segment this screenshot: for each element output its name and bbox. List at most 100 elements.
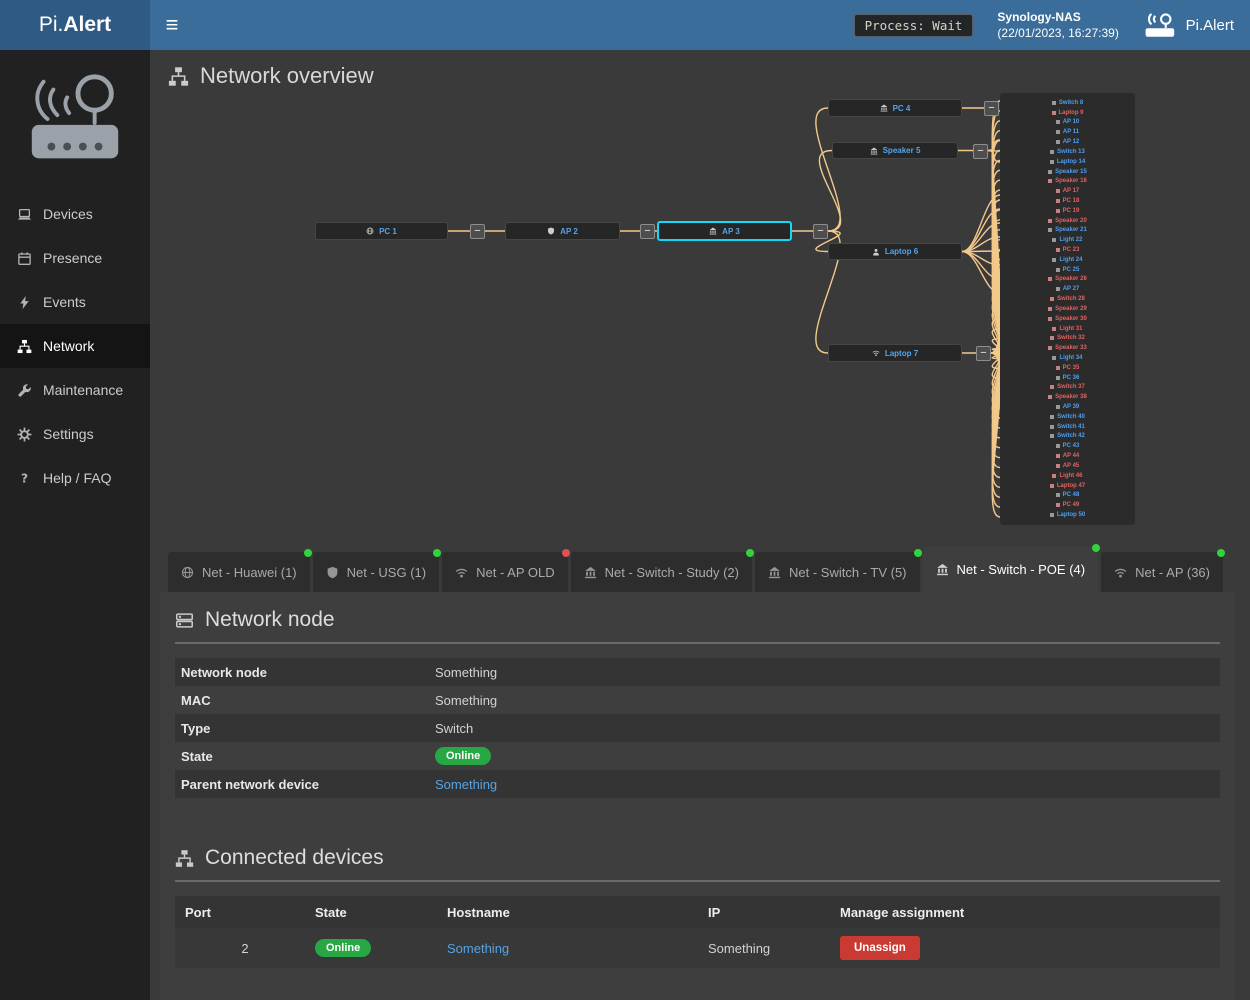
cluster-device[interactable]: Light 34 — [1002, 355, 1133, 361]
cluster-device[interactable]: Speaker 15 — [1002, 169, 1133, 175]
cluster-device[interactable]: Speaker 33 — [1002, 345, 1133, 351]
cluster-device[interactable]: AP 44 — [1002, 453, 1133, 459]
device-icon — [1056, 464, 1060, 468]
cluster-device[interactable]: PC 19 — [1002, 208, 1133, 214]
tab-net-switch-poe-4[interactable]: Net - Switch - POE (4) — [923, 547, 1099, 592]
cluster-device[interactable]: Speaker 38 — [1002, 394, 1133, 400]
connected-devices-title-label: Connected devices — [205, 846, 384, 870]
cluster-device[interactable]: Speaker 21 — [1002, 227, 1133, 233]
cluster-device[interactable]: Laptop 14 — [1002, 159, 1133, 165]
collapse-button[interactable]: − — [813, 224, 828, 239]
cluster-device[interactable]: Laptop 47 — [1002, 483, 1133, 489]
cluster-device[interactable]: PC 18 — [1002, 198, 1133, 204]
cluster-device[interactable]: AP 10 — [1002, 119, 1133, 125]
cluster-device-label: PC 19 — [1063, 208, 1080, 214]
diagram-node-laptop-6[interactable]: Laptop 6 — [828, 243, 962, 260]
sidebar-item-presence[interactable]: Presence — [0, 236, 150, 280]
sidebar-item-help-faq[interactable]: ?Help / FAQ — [0, 456, 150, 500]
tab-net-switch-tv-5[interactable]: Net - Switch - TV (5) — [755, 552, 920, 592]
wifi-icon — [1114, 566, 1127, 579]
sidebar-item-maintenance[interactable]: Maintenance — [0, 368, 150, 412]
cluster-device[interactable]: Switch 37 — [1002, 384, 1133, 390]
tab-panel: Network node Network nodeSomethingMACSom… — [160, 592, 1235, 1000]
diagram-node-speaker-5[interactable]: Speaker 5 — [832, 142, 958, 159]
status-dot-green — [1092, 544, 1100, 552]
diagram-node-ap-3[interactable]: AP 3 — [657, 221, 792, 241]
cluster-device[interactable]: Switch 13 — [1002, 149, 1133, 155]
sidebar-item-network[interactable]: Network — [0, 324, 150, 368]
cluster-device[interactable]: Switch 41 — [1002, 424, 1133, 430]
parent-device-link[interactable]: Something — [435, 777, 497, 792]
cluster-device-label: Switch 32 — [1057, 335, 1085, 341]
cluster-device[interactable]: PC 36 — [1002, 375, 1133, 381]
diagram-node-pc-1[interactable]: PC 1 — [315, 222, 448, 240]
info-label: State — [175, 749, 435, 764]
device-icon — [1052, 101, 1056, 105]
cluster-device[interactable]: Laptop 50 — [1002, 512, 1133, 518]
status-dot-green — [1217, 549, 1225, 557]
tab-net-huawei-1[interactable]: Net - Huawei (1) — [168, 552, 310, 592]
network-icon — [168, 66, 189, 87]
sidebar-item-label: Presence — [43, 250, 102, 266]
cluster-device[interactable]: PC 43 — [1002, 443, 1133, 449]
cluster-device[interactable]: AP 11 — [1002, 129, 1133, 135]
cluster-device[interactable]: PC 35 — [1002, 365, 1133, 371]
tab-net-ap-36[interactable]: Net - AP (36) — [1101, 552, 1223, 592]
device-icon — [1050, 484, 1054, 488]
brand: Pi.Alert — [1143, 12, 1234, 38]
tab-net-ap-old[interactable]: Net - AP OLD — [442, 552, 568, 592]
cluster-device[interactable]: Switch 40 — [1002, 414, 1133, 420]
cluster-device[interactable]: Light 24 — [1002, 257, 1133, 263]
node-label: Laptop 6 — [885, 247, 918, 256]
cluster-device[interactable]: Light 46 — [1002, 473, 1133, 479]
cluster-device[interactable]: AP 12 — [1002, 139, 1133, 145]
collapse-button[interactable]: − — [640, 224, 655, 239]
cluster-device[interactable]: Switch 28 — [1002, 296, 1133, 302]
cluster-device[interactable]: Speaker 20 — [1002, 218, 1133, 224]
device-cluster[interactable]: Switch 8 Laptop 9 AP 10 AP 11 AP 12 Switch 13… — [1000, 93, 1135, 525]
cluster-device[interactable]: AP 39 — [1002, 404, 1133, 410]
collapse-button[interactable]: − — [973, 144, 988, 159]
cluster-device[interactable]: AP 17 — [1002, 188, 1133, 194]
unassign-button[interactable]: Unassign — [840, 936, 920, 960]
collapse-button[interactable]: − — [470, 224, 485, 239]
cluster-device[interactable]: PC 25 — [1002, 267, 1133, 273]
collapse-button[interactable]: − — [984, 101, 999, 116]
status-dot-green — [914, 549, 922, 557]
sidebar-item-events[interactable]: Events — [0, 280, 150, 324]
tab-net-switch-study-2[interactable]: Net - Switch - Study (2) — [571, 552, 752, 592]
cluster-device[interactable]: Switch 42 — [1002, 433, 1133, 439]
device-icon — [1052, 238, 1056, 242]
cluster-device-label: PC 23 — [1063, 247, 1080, 253]
device-icon — [1052, 111, 1056, 115]
cluster-device[interactable]: PC 48 — [1002, 492, 1133, 498]
sidebar-item-settings[interactable]: Settings — [0, 412, 150, 456]
cluster-device[interactable]: Speaker 26 — [1002, 276, 1133, 282]
divider — [175, 880, 1220, 882]
router-search-illustration — [0, 50, 150, 180]
cluster-device[interactable]: AP 27 — [1002, 286, 1133, 292]
cluster-device[interactable]: PC 23 — [1002, 247, 1133, 253]
cluster-device[interactable]: Speaker 16 — [1002, 178, 1133, 184]
hostname-link[interactable]: Something — [447, 941, 509, 956]
diagram-node-pc-4[interactable]: PC 4 — [828, 99, 962, 117]
cluster-device-label: PC 49 — [1063, 502, 1080, 508]
cluster-device[interactable]: Light 22 — [1002, 237, 1133, 243]
cluster-device[interactable]: PC 49 — [1002, 502, 1133, 508]
tab-net-usg-1[interactable]: Net - USG (1) — [313, 552, 439, 592]
cluster-device[interactable]: AP 45 — [1002, 463, 1133, 469]
sidebar-item-devices[interactable]: Devices — [0, 192, 150, 236]
cluster-device[interactable]: Switch 32 — [1002, 335, 1133, 341]
cluster-device-label: Speaker 21 — [1055, 227, 1087, 233]
cluster-device[interactable]: Speaker 30 — [1002, 316, 1133, 322]
cluster-device[interactable]: Switch 8 — [1002, 100, 1133, 106]
sidebar-toggle-button[interactable]: ≡ — [150, 0, 194, 50]
diagram-node-ap-2[interactable]: AP 2 — [505, 222, 620, 240]
collapse-button[interactable]: − — [976, 346, 991, 361]
app-logo[interactable]: Pi.Alert — [0, 0, 150, 50]
cluster-device[interactable]: Laptop 9 — [1002, 110, 1133, 116]
cluster-device[interactable]: Light 31 — [1002, 326, 1133, 332]
info-label: MAC — [175, 693, 435, 708]
diagram-node-laptop-7[interactable]: Laptop 7 — [828, 344, 962, 362]
cluster-device[interactable]: Speaker 29 — [1002, 306, 1133, 312]
